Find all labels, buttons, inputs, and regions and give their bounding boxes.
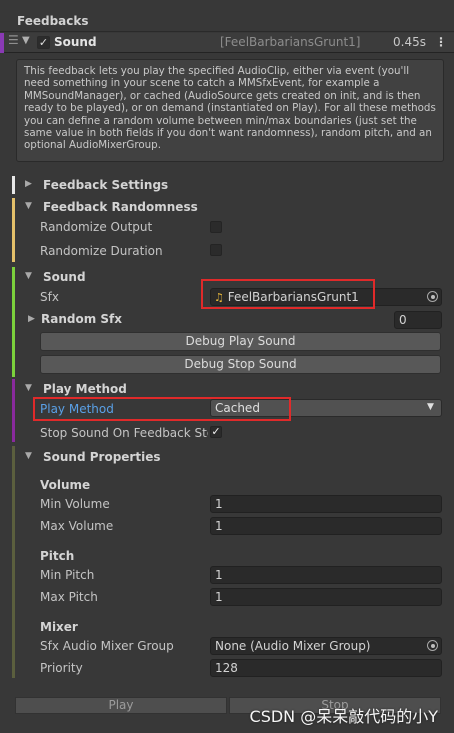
random-sfx-label[interactable]: Random Sfx (41, 312, 122, 326)
object-picker-icon[interactable] (427, 291, 438, 302)
triangle-right-icon: ▶ (25, 179, 32, 189)
section-sound-properties[interactable]: ▼ Sound Properties (11, 448, 454, 466)
randomize-output-checkbox[interactable] (210, 221, 222, 233)
triangle-down-icon: ▼ (25, 201, 32, 211)
watermark: CSDN @呆呆敲代码的小Y (249, 707, 438, 726)
pitch-header: Pitch (40, 549, 75, 563)
max-volume-label: Max Volume (40, 519, 114, 533)
feedback-enabled-checkbox[interactable]: ✓ (37, 36, 50, 49)
min-volume-label: Min Volume (40, 497, 110, 511)
object-picker-icon[interactable] (427, 640, 438, 651)
chevron-down-icon: ▼ (427, 402, 434, 412)
highlight-box (33, 397, 291, 421)
mixer-header: Mixer (40, 620, 78, 634)
feedback-color-strip (0, 33, 4, 53)
stop-sound-on-feedback-stop-checkbox[interactable]: ✓ (210, 426, 222, 438)
feedback-name: Sound (54, 35, 97, 49)
feedback-duration: 0.45s (393, 35, 426, 49)
triangle-down-icon[interactable]: ▼ (22, 35, 30, 46)
triangle-down-icon: ▼ (25, 271, 32, 281)
sfx-label: Sfx (40, 290, 59, 304)
section-feedback-settings[interactable]: ▶ Feedback Settings (11, 176, 454, 194)
play-button[interactable]: Play (15, 697, 227, 714)
hamburger-icon[interactable]: ☰ (8, 33, 19, 47)
section-feedback-randomness[interactable]: ▼ Feedback Randomness (11, 198, 454, 216)
volume-header: Volume (40, 478, 91, 492)
mixer-group-label: Sfx Audio Mixer Group (40, 639, 174, 653)
random-sfx-size-field[interactable]: 0 (394, 311, 442, 329)
max-volume-field[interactable]: 1 (210, 517, 442, 535)
kebab-icon[interactable]: ⋮ (435, 35, 447, 49)
max-pitch-field[interactable]: 1 (210, 588, 442, 606)
triangle-down-icon: ▼ (25, 451, 32, 461)
triangle-right-icon[interactable]: ▶ (28, 314, 35, 324)
min-volume-field[interactable]: 1 (210, 495, 442, 513)
feedback-description: This feedback lets you play the specifie… (16, 59, 444, 162)
section-title: Feedback Settings (43, 178, 169, 192)
highlight-box (201, 279, 375, 309)
section-color-bar (12, 446, 15, 678)
inspector-title: Feedbacks (17, 14, 89, 28)
section-play-method[interactable]: ▼ Play Method (11, 380, 454, 398)
debug-stop-sound-button[interactable]: Debug Stop Sound (40, 355, 441, 374)
section-title: Play Method (43, 382, 127, 396)
section-title: Sound (43, 270, 86, 284)
min-pitch-field[interactable]: 1 (210, 566, 442, 584)
priority-field[interactable]: 128 (210, 659, 442, 677)
min-pitch-label: Min Pitch (40, 568, 95, 582)
section-title: Feedback Randomness (43, 200, 198, 214)
section-title: Sound Properties (43, 450, 161, 464)
randomize-duration-label: Randomize Duration (40, 244, 163, 258)
max-pitch-label: Max Pitch (40, 590, 98, 604)
randomize-output-label: Randomize Output (40, 220, 153, 234)
priority-label: Priority (40, 661, 83, 675)
randomize-duration-checkbox[interactable] (210, 244, 222, 256)
feedback-label: [FeelBarbariansGrunt1] (220, 35, 361, 49)
mixer-group-field[interactable]: None (Audio Mixer Group) (210, 637, 442, 655)
debug-play-sound-button[interactable]: Debug Play Sound (40, 332, 441, 351)
header-divider (0, 31, 454, 32)
triangle-down-icon: ▼ (25, 383, 32, 393)
stop-sound-on-feedback-stop-label: Stop Sound On Feedback Stop (40, 426, 208, 440)
